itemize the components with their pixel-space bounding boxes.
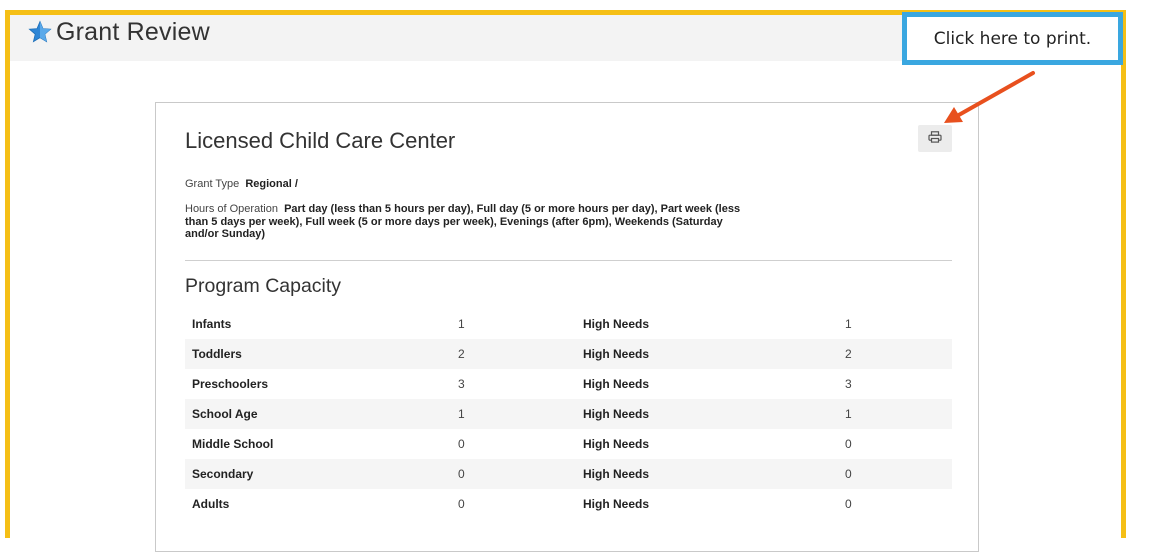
count-cell: 0 <box>458 497 465 511</box>
high-needs-cell: 0 <box>845 497 852 511</box>
table-row: Infants 1 High Needs 1 <box>185 309 952 339</box>
table-row: Adults 0 High Needs 0 <box>185 489 952 519</box>
table-row: Secondary 0 High Needs 0 <box>185 459 952 489</box>
high-needs-cell: 1 <box>845 399 952 429</box>
high-needs-label: High Needs <box>583 437 650 451</box>
print-button[interactable] <box>918 125 952 152</box>
count-cell: 3 <box>458 377 465 391</box>
highlight-frame-right <box>1121 10 1126 538</box>
high-needs-label: High Needs <box>583 399 845 429</box>
hours-label: Hours of Operation <box>185 203 278 215</box>
print-hint-text: Click here to print. <box>933 28 1092 49</box>
high-needs-label: High Needs <box>583 459 845 489</box>
category-cell: School Age <box>185 399 458 429</box>
printer-icon <box>928 131 942 146</box>
hours-field: Hours of Operation Part day (less than 5… <box>185 203 755 241</box>
high-needs-cell: 0 <box>845 459 952 489</box>
high-needs-label: High Needs <box>583 497 650 511</box>
highlight-frame-left <box>5 10 10 538</box>
count-cell: 1 <box>458 317 465 331</box>
high-needs-label: High Needs <box>583 377 650 391</box>
count-cell: 0 <box>458 437 465 451</box>
category-cell: Infants <box>192 317 232 331</box>
category-cell: Secondary <box>185 459 458 489</box>
app-title: Grant Review <box>28 14 210 50</box>
app-title-text: Grant Review <box>56 17 210 46</box>
high-needs-label: High Needs <box>583 317 650 331</box>
capacity-table: Infants 1 High Needs 1 Toddlers 2 High N… <box>185 309 952 519</box>
high-needs-cell: 0 <box>845 437 852 451</box>
table-row: Preschoolers 3 High Needs 3 <box>185 369 952 399</box>
grant-type-field: Grant Type Regional / <box>185 178 298 191</box>
category-cell: Toddlers <box>185 339 458 369</box>
section-title: Program Capacity <box>185 275 342 297</box>
count-cell: 0 <box>458 459 583 489</box>
high-needs-cell: 2 <box>845 339 952 369</box>
table-row: Toddlers 2 High Needs 2 <box>185 339 952 369</box>
grant-type-value: Regional / <box>245 178 298 190</box>
card-title: Licensed Child Care Center <box>185 128 456 153</box>
print-hint-callout: Click here to print. <box>902 12 1123 65</box>
star-icon <box>28 20 52 44</box>
category-cell: Middle School <box>192 437 274 451</box>
grant-card: Licensed Child Care Center Grant Type Re… <box>155 102 979 552</box>
high-needs-cell: 3 <box>845 377 852 391</box>
high-needs-cell: 1 <box>845 317 852 331</box>
high-needs-label: High Needs <box>583 339 845 369</box>
table-row: Middle School 0 High Needs 0 <box>185 429 952 459</box>
grant-type-label: Grant Type <box>185 178 240 190</box>
count-cell: 1 <box>458 399 583 429</box>
category-cell: Preschoolers <box>192 377 269 391</box>
table-row: School Age 1 High Needs 1 <box>185 399 952 429</box>
count-cell: 2 <box>458 339 583 369</box>
category-cell: Adults <box>192 497 230 511</box>
section-divider <box>185 260 952 261</box>
